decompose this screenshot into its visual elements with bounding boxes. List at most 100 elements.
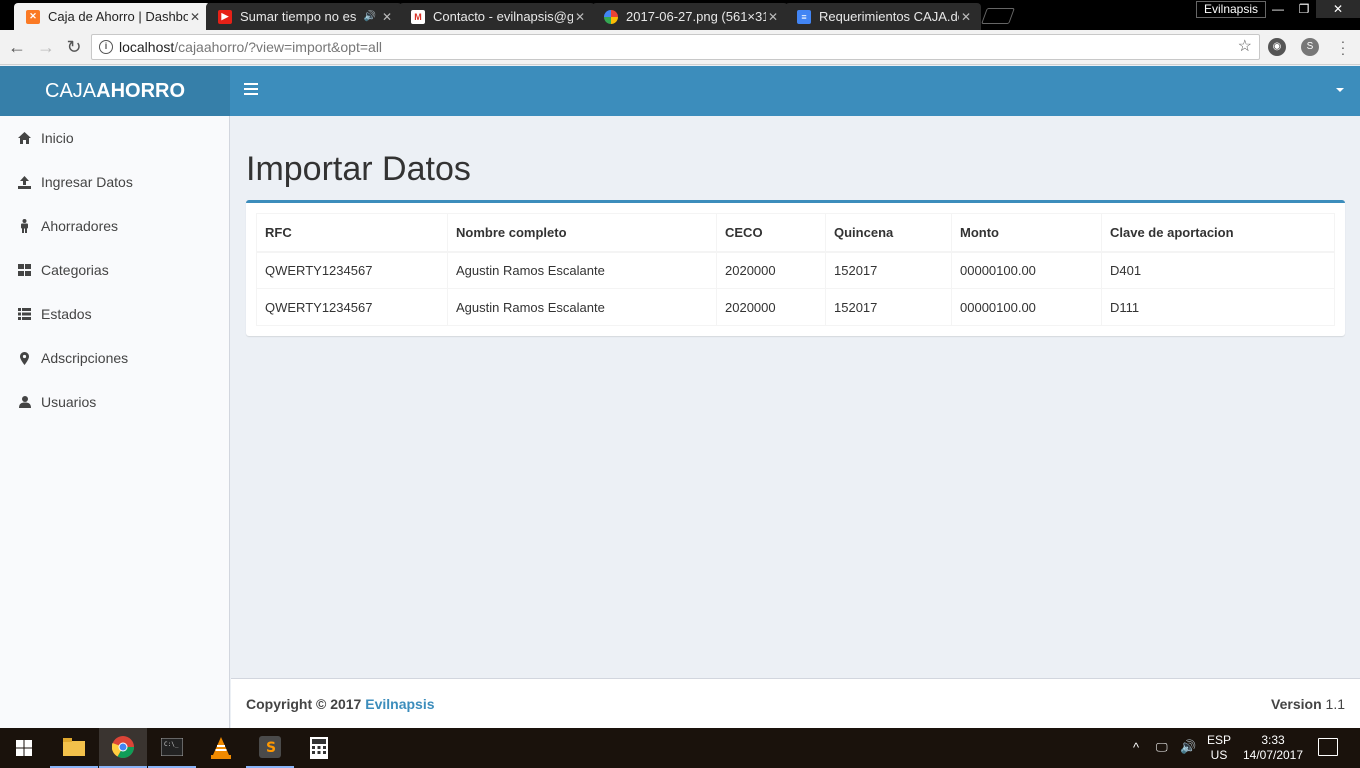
- column-header-rfc: RFC: [256, 213, 448, 253]
- profile-button[interactable]: Evilnapsis: [1196, 1, 1267, 18]
- th-list-icon: [18, 308, 31, 321]
- cell-rfc: QWERTY1234567: [256, 288, 448, 326]
- copyright: Copyright © 2017 Evilnapsis: [246, 696, 435, 712]
- youtube-icon: ▶: [218, 9, 232, 24]
- table-header-row: RFC Nombre completo CECO Quincena Monto …: [256, 213, 1335, 253]
- cell-ceco: 2020000: [716, 288, 826, 326]
- windows-taskbar: C:\_ S ^ 🖵 🔊 ESP US 3:33 14/07/2017: [0, 728, 1360, 768]
- close-tab-icon[interactable]: ✕: [380, 10, 394, 24]
- info-icon[interactable]: i: [99, 40, 113, 54]
- user-icon: [18, 396, 31, 409]
- cell-nombre: Agustin Ramos Escalante: [447, 288, 717, 326]
- reload-button[interactable]: ↻: [63, 36, 85, 58]
- sublime-text-icon[interactable]: S: [246, 728, 294, 768]
- tab-title: Contacto - evilnapsis@g: [433, 9, 573, 24]
- xampp-icon: ✕: [26, 9, 40, 24]
- sidebar-item-label: Ingresar Datos: [41, 174, 133, 190]
- svg-text:S: S: [266, 740, 276, 756]
- network-icon[interactable]: 🖵: [1156, 740, 1168, 755]
- bookmark-star-icon[interactable]: ☆: [1238, 35, 1252, 59]
- skype-icon[interactable]: S: [1301, 38, 1319, 56]
- clock[interactable]: 3:33 14/07/2017: [1238, 733, 1308, 763]
- address-bar[interactable]: i localhost/cajaahorro/?view=import&opt=…: [91, 34, 1260, 60]
- home-icon: [18, 132, 31, 145]
- clock-time: 3:33: [1261, 733, 1285, 747]
- gmail-icon: M: [411, 9, 425, 24]
- app-header: CAJAAHORRO: [0, 66, 1360, 116]
- version-label: Version: [1271, 696, 1322, 712]
- import-data-table: RFC Nombre completo CECO Quincena Monto …: [256, 213, 1335, 326]
- cell-monto: 00000100.00: [951, 251, 1102, 289]
- sidebar-item-estados[interactable]: Estados: [0, 292, 229, 336]
- app-footer: Copyright © 2017 Evilnapsis Version 1.1: [231, 678, 1360, 728]
- caret-down-icon[interactable]: [1336, 88, 1344, 92]
- th-large-icon: [18, 264, 31, 277]
- table-row: QWERTY1234567 Agustin Ramos Escalante 20…: [256, 288, 1335, 326]
- company-link[interactable]: Evilnapsis: [365, 696, 434, 712]
- language-indicator[interactable]: ESP US: [1204, 733, 1234, 763]
- back-button[interactable]: ←: [6, 36, 28, 58]
- sidebar-item-adscripciones[interactable]: Adscripciones: [0, 336, 229, 380]
- upload-icon: [18, 175, 31, 189]
- close-tab-icon[interactable]: ✕: [188, 10, 202, 24]
- main-content: Importar Datos RFC Nombre completo CECO …: [231, 116, 1360, 678]
- browser-tab-1[interactable]: ✕ Caja de Ahorro | Dashbo ✕: [14, 3, 210, 30]
- sidebar-item-inicio[interactable]: Inicio: [0, 116, 229, 160]
- close-tab-icon[interactable]: ✕: [766, 10, 780, 24]
- forward-button[interactable]: →: [35, 36, 57, 58]
- cell-quincena: 152017: [825, 288, 952, 326]
- browser-tab-2[interactable]: ▶ Sumar tiempo no es s 🔊 ✕: [206, 3, 402, 30]
- vlc-icon[interactable]: [197, 728, 245, 768]
- column-header-quincena: Quincena: [825, 213, 952, 253]
- sidebar-item-ahorradores[interactable]: Ahorradores: [0, 204, 229, 248]
- browser-menu-icon[interactable]: · · ·: [1340, 34, 1346, 60]
- clock-date: 14/07/2017: [1242, 748, 1304, 762]
- browser-tab-5[interactable]: ≡ Requerimientos CAJA.do ✕: [785, 3, 981, 30]
- sidebar-item-ingresar-datos[interactable]: Ingresar Datos: [0, 160, 229, 204]
- browser-tab-strip: ✕ Caja de Ahorro | Dashbo ✕ ▶ Sumar tiem…: [0, 0, 1360, 30]
- region-code: US: [1210, 748, 1228, 762]
- column-header-ceco: CECO: [716, 213, 826, 253]
- close-tab-icon[interactable]: ✕: [573, 10, 587, 24]
- extension-icon[interactable]: ◉: [1268, 38, 1286, 56]
- browser-toolbar: ← → ↻ i localhost/cajaahorro/?view=impor…: [0, 30, 1360, 65]
- app-logo[interactable]: CAJAAHORRO: [0, 66, 230, 116]
- tab-title: Sumar tiempo no es s: [240, 9, 360, 24]
- notifications-icon[interactable]: [1318, 738, 1338, 756]
- browser-tab-3[interactable]: M Contacto - evilnapsis@g ✕: [399, 3, 595, 30]
- version: Version 1.1: [1271, 696, 1345, 712]
- tab-title: 2017-06-27.png (561×31: [626, 9, 766, 24]
- volume-icon[interactable]: 🔊: [1180, 739, 1196, 754]
- docs-icon: ≡: [797, 9, 811, 24]
- calculator-icon[interactable]: [295, 728, 343, 768]
- close-tab-icon[interactable]: ✕: [959, 10, 973, 24]
- sidebar-item-categorias[interactable]: Categorias: [0, 248, 229, 292]
- table-row: QWERTY1234567 Agustin Ramos Escalante 20…: [256, 251, 1335, 289]
- windows-logo-icon: [16, 740, 32, 756]
- sidebar-item-usuarios[interactable]: Usuarios: [0, 380, 229, 424]
- restore-button[interactable]: ❐: [1290, 0, 1318, 18]
- column-header-clave: Clave de aportacion: [1101, 213, 1335, 253]
- logo-light: CAJA: [45, 80, 97, 102]
- browser-tab-4[interactable]: 2017-06-27.png (561×31 ✕: [592, 3, 788, 30]
- sidebar: Inicio Ingresar Datos Ahorradores Catego…: [0, 116, 230, 728]
- import-data-box: RFC Nombre completo CECO Quincena Monto …: [246, 200, 1345, 336]
- sidebar-item-label: Inicio: [41, 130, 74, 146]
- terminal-icon[interactable]: C:\_: [148, 728, 196, 768]
- new-tab-button[interactable]: [981, 8, 1015, 24]
- photos-icon: [604, 9, 618, 24]
- sidebar-item-label: Adscripciones: [41, 350, 129, 366]
- chrome-icon[interactable]: [99, 728, 147, 768]
- audio-playing-icon[interactable]: 🔊: [364, 11, 376, 22]
- chevron-up-icon[interactable]: ^: [1133, 740, 1139, 755]
- sidebar-item-label: Categorias: [41, 262, 109, 278]
- svg-text:C:\_: C:\_: [164, 741, 179, 748]
- sidebar-item-label: Ahorradores: [41, 218, 119, 234]
- close-window-button[interactable]: ✕: [1316, 0, 1360, 18]
- cell-clave: D401: [1101, 251, 1335, 289]
- file-explorer-icon[interactable]: [50, 728, 98, 768]
- sidebar-toggle-icon[interactable]: [244, 83, 258, 97]
- minimize-button[interactable]: —: [1264, 0, 1292, 18]
- windows-start-button[interactable]: [0, 728, 48, 768]
- logo-bold: AHORRO: [96, 80, 186, 102]
